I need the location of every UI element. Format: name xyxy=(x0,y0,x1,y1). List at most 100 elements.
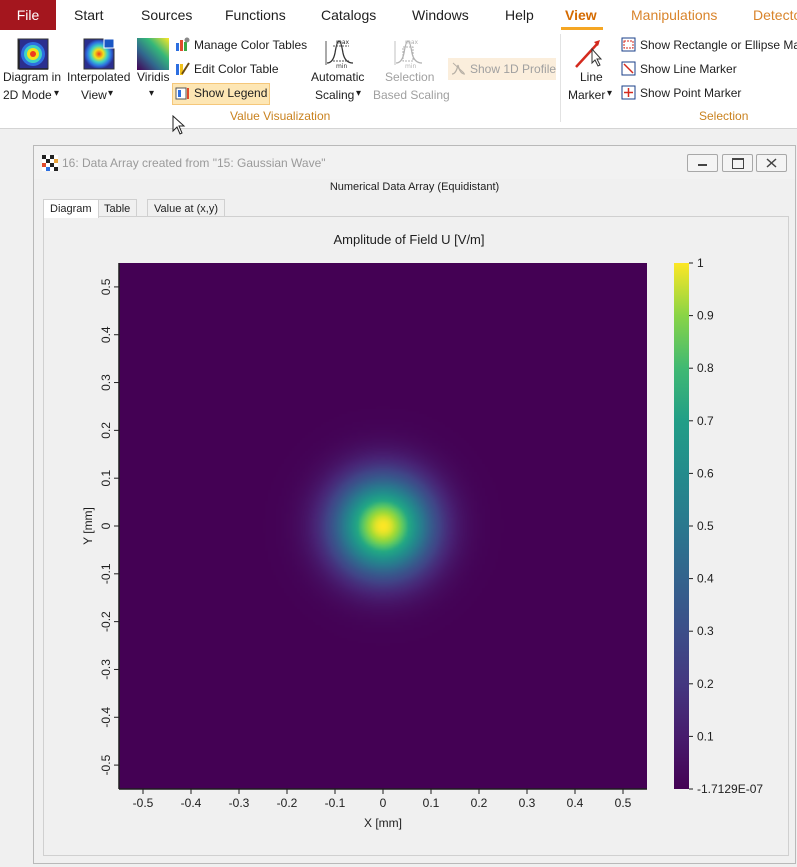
manage-color-tables-label: Manage Color Tables xyxy=(194,38,308,52)
line-marker-icon xyxy=(575,40,603,68)
colorbar xyxy=(674,263,689,789)
show-line-marker-label: Show Line Marker xyxy=(640,62,737,76)
close-icon xyxy=(766,158,777,168)
diagram-2d-icon xyxy=(17,38,49,70)
automatic-scaling-icon: max min xyxy=(325,39,354,69)
y-tick-label: -0.4 xyxy=(99,707,113,728)
show-1d-profile-button[interactable]: Show 1D Profile xyxy=(448,58,556,80)
chevron-down-icon: ▾ xyxy=(108,88,114,99)
value-visualization-group-label: Value Visualization xyxy=(230,109,331,123)
svg-text:min: min xyxy=(405,63,417,69)
x-tick-label: -0.2 xyxy=(277,796,298,810)
colorbar-tick-label: 0.8 xyxy=(697,361,714,375)
interpolated-view-label-1: Interpolated xyxy=(67,70,131,84)
interpolated-view-label-2: View xyxy=(81,88,107,102)
y-tick-label: -0.5 xyxy=(99,754,113,775)
selection-group-label: Selection xyxy=(699,109,749,123)
point-marker-icon xyxy=(621,85,636,100)
selection-scaling-label-2: Based Scaling xyxy=(373,88,450,102)
automatic-scaling-label-2: Scaling xyxy=(315,88,355,102)
y-tick-label: 0 xyxy=(99,522,113,529)
x-tick-label: 0.3 xyxy=(519,796,536,810)
rectangle-marker-icon xyxy=(621,37,636,52)
minimize-icon xyxy=(698,164,707,166)
x-tick-label: 0.5 xyxy=(615,796,632,810)
selection-scaling-icon: max min xyxy=(394,39,423,69)
heatmap-image xyxy=(119,263,647,789)
color-tables-icon xyxy=(176,37,190,51)
chart-title: Amplitude of Field U [V/m] xyxy=(334,232,485,247)
legend-icon xyxy=(175,87,189,100)
maximize-button[interactable] xyxy=(722,154,753,172)
menu-bar: File Start Sources Functions Catalogs Wi… xyxy=(0,0,797,30)
viridis-label: Viridis xyxy=(137,70,170,84)
menu-windows[interactable]: Windows xyxy=(412,0,469,30)
diagram-2d-label-1: Diagram in xyxy=(3,70,62,84)
automatic-scaling-label-1: Automatic xyxy=(311,70,365,84)
chevron-down-icon: ▾ xyxy=(54,88,60,99)
edit-color-table-icon xyxy=(176,62,190,75)
colorbar-tick-label: 0.3 xyxy=(697,624,714,638)
line-marker-label-2: Marker xyxy=(568,88,606,102)
ribbon: Diagram in 2D Mode ▾ Interpolated View ▾ xyxy=(0,30,797,135)
profile-icon xyxy=(451,62,466,75)
x-tick-label: -0.3 xyxy=(229,796,250,810)
menu-view[interactable]: View xyxy=(565,0,597,30)
menu-detectors[interactable]: Detecto xyxy=(753,0,797,30)
menu-help[interactable]: Help xyxy=(505,0,534,30)
y-tick-label: -0.2 xyxy=(99,611,113,632)
x-axis-label: X [mm] xyxy=(364,816,402,830)
window-app-icon xyxy=(42,155,58,171)
selection-scaling-label-1: Selection xyxy=(385,70,435,84)
close-button[interactable] xyxy=(756,154,787,172)
show-1d-profile-label: Show 1D Profile xyxy=(470,62,557,76)
tab-diagram[interactable]: Diagram xyxy=(43,199,99,218)
chevron-down-icon: ▾ xyxy=(607,88,613,99)
menu-catalogs[interactable]: Catalogs xyxy=(321,0,376,30)
colorbar-tick-label: -1.7129E-07 xyxy=(697,782,763,796)
colorbar-tick-label: 1 xyxy=(697,256,704,270)
minimize-button[interactable] xyxy=(687,154,718,172)
menu-functions[interactable]: Functions xyxy=(225,0,286,30)
x-tick-label: -0.1 xyxy=(325,796,346,810)
show-rect-ellipse-marker-label: Show Rectangle or Ellipse Mar xyxy=(640,38,797,52)
x-tick-label: 0 xyxy=(380,796,387,810)
colorbar-tick-label: 0.5 xyxy=(697,519,714,533)
data-array-window: 16: Data Array created from "15: Gaussia… xyxy=(33,145,796,864)
diagram-2d-label-2: 2D Mode xyxy=(3,88,52,102)
x-tick-label: -0.5 xyxy=(133,796,154,810)
menu-sources[interactable]: Sources xyxy=(141,0,192,30)
y-tick-label: 0.4 xyxy=(99,326,113,343)
y-axis-label: Y [mm] xyxy=(81,507,95,545)
colorbar-tick-label: 0.2 xyxy=(697,677,714,691)
y-tick-label: 0.3 xyxy=(99,374,113,391)
x-tick-label: 0.4 xyxy=(567,796,584,810)
chevron-down-icon: ▾ xyxy=(356,88,362,99)
y-tick-label: -0.1 xyxy=(99,563,113,584)
mouse-cursor-icon xyxy=(172,115,186,135)
interpolated-view-icon xyxy=(83,38,115,70)
window-titlebar[interactable]: 16: Data Array created from "15: Gaussia… xyxy=(34,146,795,179)
show-point-marker-label: Show Point Marker xyxy=(640,86,742,100)
line-marker-label-1: Line xyxy=(580,70,603,84)
ribbon-separator xyxy=(560,34,561,122)
window-subtitle: Numerical Data Array (Equidistant) xyxy=(329,181,500,193)
line-marker-small-icon xyxy=(621,61,636,76)
menu-file[interactable]: File xyxy=(0,0,56,30)
x-tick-label: 0.2 xyxy=(471,796,488,810)
show-legend-label: Show Legend xyxy=(194,86,268,100)
y-tick-label: 0.5 xyxy=(99,278,113,295)
window-title: 16: Data Array created from "15: Gaussia… xyxy=(62,156,326,170)
x-tick-label: 0.1 xyxy=(423,796,440,810)
y-tick-label: -0.3 xyxy=(99,659,113,680)
svg-text:min: min xyxy=(336,63,348,69)
colorbar-tick-label: 0.6 xyxy=(697,466,714,480)
diagram-panel: -0.5 -0.4 -0.3 -0.2 -0.1 0 0.1 0.2 0.3 0.4 0.5 -0.5… xyxy=(43,216,789,856)
chevron-down-icon: ▾ xyxy=(149,88,155,99)
heatmap-chart: -0.5 -0.4 -0.3 -0.2 -0.1 0 0.1 0.2 0.3 0.4 0.5 -0.5… xyxy=(81,232,763,830)
show-legend-button[interactable]: Show Legend xyxy=(172,83,270,105)
menu-start[interactable]: Start xyxy=(74,0,104,30)
edit-color-table-label: Edit Color Table xyxy=(194,62,279,76)
menu-manipulations[interactable]: Manipulations xyxy=(631,0,717,30)
colorbar-tick-label: 0.4 xyxy=(697,572,714,586)
